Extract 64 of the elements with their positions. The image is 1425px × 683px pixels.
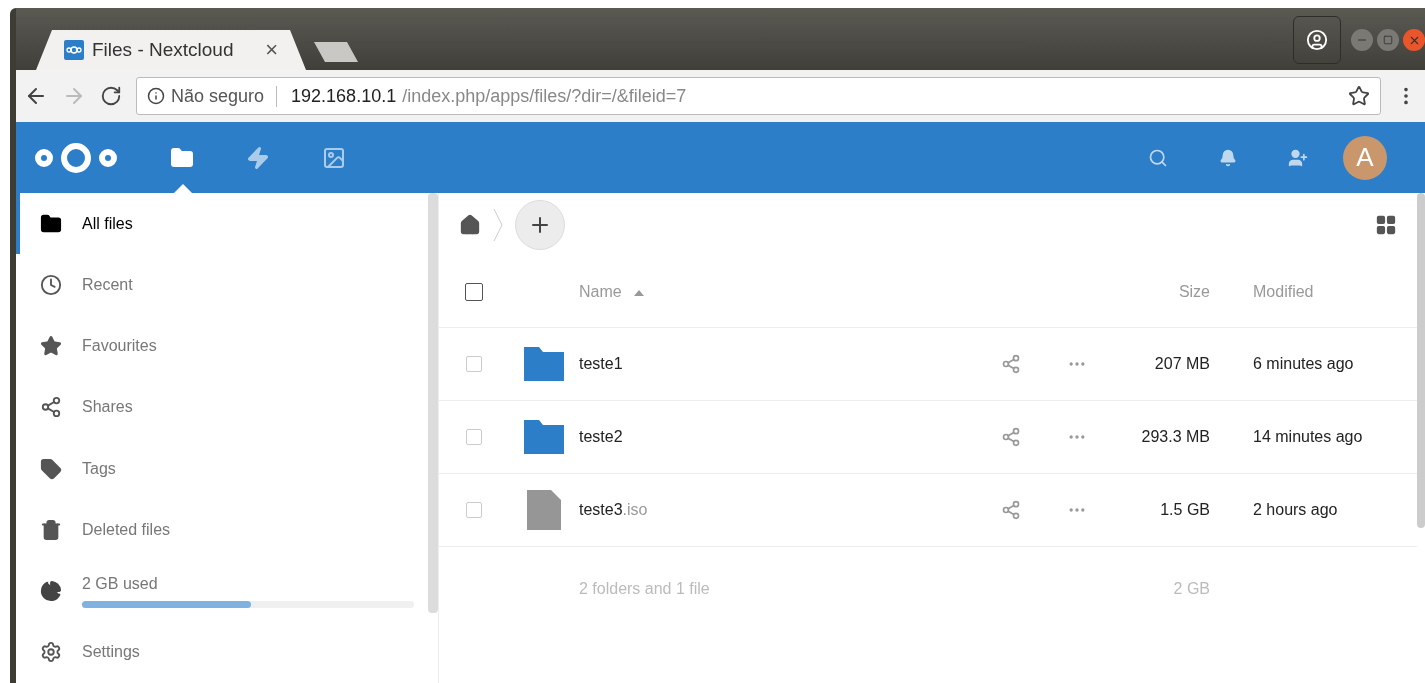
url-host: 192.168.10.1	[291, 85, 397, 107]
cloud-logo-icon	[64, 40, 84, 60]
sort-icon	[633, 289, 644, 296]
sidebar-item[interactable]: Settings	[16, 621, 427, 683]
file-size: 293.3 MB	[1141, 428, 1210, 446]
row-checkbox[interactable]	[466, 502, 482, 518]
browser-tab[interactable]: Files - Nextcloud ×	[36, 30, 306, 70]
modified-time: 2 hours ago	[1253, 501, 1339, 519]
row-checkbox[interactable]	[466, 356, 482, 372]
sidebar-item[interactable]: Recent	[16, 254, 427, 316]
size-column-header[interactable]: Size	[1178, 283, 1210, 301]
close-button[interactable]	[1403, 29, 1425, 51]
tab-close-button[interactable]: ×	[265, 37, 278, 63]
share-icon[interactable]	[1001, 500, 1021, 520]
profile-button[interactable]	[1293, 16, 1341, 64]
minimize-button[interactable]	[1351, 29, 1373, 51]
home-icon[interactable]	[459, 214, 481, 236]
summary-size: 2 GB	[1173, 580, 1210, 598]
gear-icon	[40, 641, 62, 664]
bookmark-star-icon[interactable]	[1348, 85, 1370, 107]
share-icon	[40, 396, 62, 419]
info-icon[interactable]	[147, 87, 165, 105]
pie-chart-icon	[40, 580, 62, 603]
folder-icon	[524, 420, 564, 454]
scrollbar-thumb[interactable]	[427, 193, 438, 613]
tab-title: Files - Nextcloud	[92, 39, 235, 61]
clock-icon	[40, 273, 62, 296]
folder-icon	[524, 347, 564, 381]
user-avatar[interactable]: A	[1343, 135, 1387, 180]
sidebar-item[interactable]: Shares	[16, 376, 427, 438]
file-icon	[527, 490, 561, 530]
address-bar[interactable]: Não seguro 192.168.10.1 /index.php/apps/files/?dir=/&fileid=7	[136, 77, 1381, 115]
sidebar-item[interactable]: Deleted files	[16, 499, 427, 561]
select-all-checkbox[interactable]	[465, 283, 483, 301]
scrollbar-thumb[interactable]	[1417, 193, 1425, 528]
modified-time: 14 minutes ago	[1253, 428, 1364, 446]
modified-column-header[interactable]: Modified	[1253, 283, 1314, 301]
star-icon	[40, 335, 62, 358]
file-size: 1.5 GB	[1160, 501, 1210, 519]
row-checkbox[interactable]	[466, 429, 482, 445]
name-column-header[interactable]: Name	[579, 283, 644, 301]
reload-icon[interactable]	[100, 85, 122, 107]
tag-icon	[40, 457, 62, 480]
new-button[interactable]	[515, 200, 565, 250]
grid-view-icon[interactable]	[1375, 214, 1397, 236]
file-name[interactable]: teste1	[579, 355, 978, 373]
maximize-button[interactable]	[1377, 29, 1399, 51]
maximize-icon	[1383, 35, 1393, 45]
summary-text: 2 folders and 1 file	[579, 580, 710, 598]
share-icon[interactable]	[1001, 427, 1021, 447]
quota-label: 2 GB used	[82, 574, 159, 593]
trash-icon	[40, 518, 62, 541]
security-label: Não seguro	[171, 85, 278, 107]
sidebar-item[interactable]: Tags	[16, 438, 427, 500]
breadcrumb-separator-icon	[493, 208, 503, 242]
modified-time: 6 minutes ago	[1253, 355, 1355, 373]
url-path: /index.php/apps/files/?dir=/&fileid=7	[402, 85, 688, 107]
file-name[interactable]: teste3.iso	[579, 501, 978, 519]
file-name[interactable]: teste2	[579, 428, 978, 446]
file-size: 207 MB	[1154, 355, 1210, 373]
share-icon[interactable]	[1001, 354, 1021, 374]
folder-icon	[40, 212, 62, 235]
user-icon	[1306, 29, 1328, 51]
sidebar-item[interactable]: Favourites	[16, 315, 427, 377]
